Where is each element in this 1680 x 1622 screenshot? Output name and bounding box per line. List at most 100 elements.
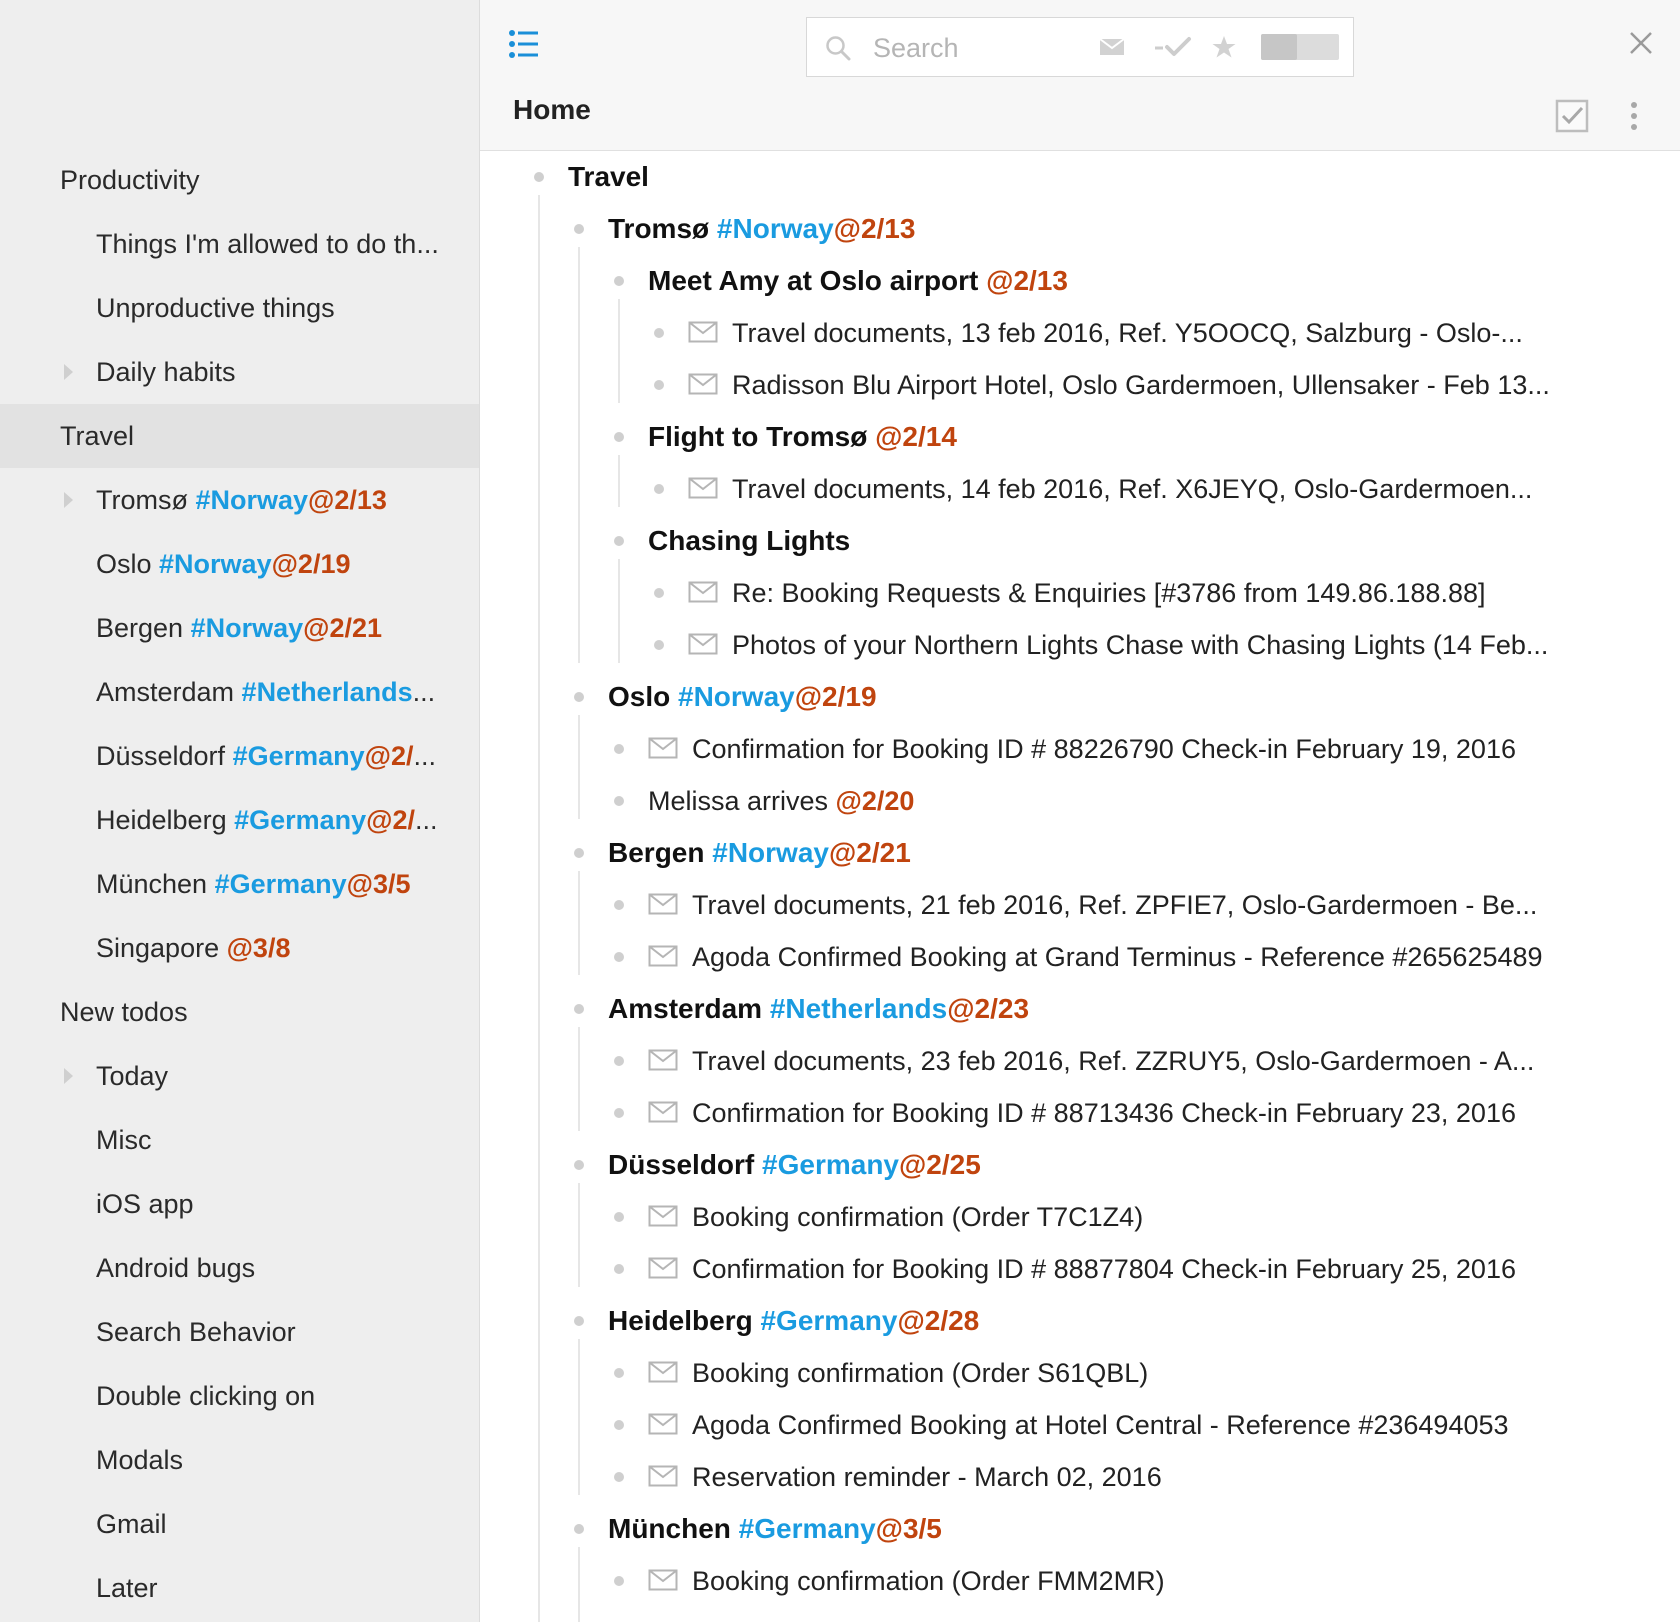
mail-filter-icon[interactable] xyxy=(1099,36,1125,58)
sidebar-item[interactable]: Oslo #Norway@2/19 xyxy=(0,532,479,596)
expand-arrow-icon[interactable] xyxy=(64,492,73,508)
sidebar-item[interactable]: Travel xyxy=(0,404,479,468)
bullet-icon[interactable] xyxy=(534,172,544,182)
outline-item[interactable]: Düsseldorf #Germany@2/25 xyxy=(480,1139,1680,1191)
bullet-icon[interactable] xyxy=(614,744,624,754)
bullet-icon[interactable] xyxy=(574,1160,584,1170)
email-item[interactable]: Confirmation for Booking ID # 88877804 C… xyxy=(480,1243,1680,1295)
outline-item[interactable]: Melissa arrives @2/20 xyxy=(480,775,1680,827)
outline-item[interactable]: Bergen #Norway@2/21 xyxy=(480,827,1680,879)
outline-item[interactable]: Travel xyxy=(480,151,1680,203)
bullet-icon[interactable] xyxy=(654,640,664,650)
email-item[interactable]: Travel documents, 13 feb 2016, Ref. Y5OO… xyxy=(480,307,1680,359)
hashtag: #Norway xyxy=(190,613,304,643)
outline-item[interactable]: Chasing Lights xyxy=(480,515,1680,567)
bullet-icon[interactable] xyxy=(614,276,624,286)
sidebar-item[interactable]: Modals xyxy=(0,1428,479,1492)
bullet-icon[interactable] xyxy=(574,1524,584,1534)
email-item[interactable]: Agoda Confirmed Booking at Hotel Central… xyxy=(480,1399,1680,1451)
bullet-icon[interactable] xyxy=(574,692,584,702)
bullet-icon[interactable] xyxy=(574,224,584,234)
bullet-icon[interactable] xyxy=(614,1576,624,1586)
sidebar-item[interactable]: Tromsø #Norway@2/13 xyxy=(0,468,479,532)
bullet-icon[interactable] xyxy=(614,952,624,962)
email-item[interactable]: Reservation reminder - March 02, 2016 xyxy=(480,1451,1680,1503)
mail-icon xyxy=(648,1361,678,1383)
email-item[interactable]: Travel documents, 23 feb 2016, Ref. ZZRU… xyxy=(480,1035,1680,1087)
search-box[interactable] xyxy=(806,17,1354,77)
outline-item[interactable]: München #Germany@3/5 xyxy=(480,1503,1680,1555)
sidebar-item[interactable]: Heidelberg #Germany@2/... xyxy=(0,788,479,852)
sidebar-item-label: Search Behavior xyxy=(96,1317,296,1347)
mail-icon xyxy=(648,737,678,759)
sidebar-item[interactable]: Düsseldorf #Germany@2/... xyxy=(0,724,479,788)
outline-item[interactable]: Heidelberg #Germany@2/28 xyxy=(480,1295,1680,1347)
item-label: Agoda Confirmed Booking at Hotel Central… xyxy=(692,1410,1509,1440)
email-item[interactable]: Booking confirmation (Order S61QBL) xyxy=(480,1347,1680,1399)
expand-arrow-icon[interactable] xyxy=(64,1068,73,1084)
bullet-icon[interactable] xyxy=(614,900,624,910)
star-filter-icon[interactable] xyxy=(1211,34,1237,60)
search-input[interactable] xyxy=(871,28,1095,68)
sidebar-item[interactable]: Misc xyxy=(0,1108,479,1172)
sidebar-item[interactable]: Later xyxy=(0,1556,479,1620)
close-icon[interactable] xyxy=(1628,30,1654,56)
sidebar-item[interactable]: Unproductive things xyxy=(0,276,479,340)
email-item[interactable]: Radisson Blu Airport Hotel, Oslo Garderm… xyxy=(480,359,1680,411)
bullet-icon[interactable] xyxy=(614,1368,624,1378)
sidebar-item-label: Heidelberg xyxy=(96,805,235,835)
email-item[interactable]: Photos of your Northern Lights Chase wit… xyxy=(480,619,1680,671)
email-item[interactable]: Travel documents, 14 feb 2016, Ref. X6JE… xyxy=(480,463,1680,515)
email-item[interactable]: Confirmation for Booking ID # 88226790 C… xyxy=(480,723,1680,775)
email-item[interactable]: Confirmation for Booking ID # 88713436 C… xyxy=(480,1087,1680,1139)
email-item[interactable]: Re: Booking Requests & Enquiries [#3786 … xyxy=(480,567,1680,619)
sidebar-item[interactable]: Things I'm allowed to do th... xyxy=(0,212,479,276)
bullet-icon[interactable] xyxy=(614,1212,624,1222)
list-menu-icon[interactable] xyxy=(508,28,540,60)
sidebar-item[interactable]: München #Germany@3/5 xyxy=(0,852,479,916)
date-tag: @2/19 xyxy=(271,549,351,579)
bullet-icon[interactable] xyxy=(614,1420,624,1430)
bullet-icon[interactable] xyxy=(614,1108,624,1118)
sidebar-item[interactable]: Productivity xyxy=(0,148,479,212)
bullet-icon[interactable] xyxy=(654,588,664,598)
expand-arrow-icon[interactable] xyxy=(64,364,73,380)
sidebar-item[interactable]: Singapore @3/8 xyxy=(0,916,479,980)
completed-filter-icon[interactable] xyxy=(1153,34,1193,60)
outline-item[interactable]: Amsterdam #Netherlands@2/23 xyxy=(480,983,1680,1035)
sidebar-item[interactable]: Double clicking on xyxy=(0,1364,479,1428)
bullet-icon[interactable] xyxy=(614,432,624,442)
sidebar-item[interactable]: Bergen #Norway@2/21 xyxy=(0,596,479,660)
sidebar-item[interactable]: Amsterdam #Netherlands... xyxy=(0,660,479,724)
outline-item[interactable]: Meet Amy at Oslo airport @2/13 xyxy=(480,255,1680,307)
sidebar-item[interactable]: Gmail xyxy=(0,1492,479,1556)
email-item[interactable]: Agoda Confirmed Booking at Grand Terminu… xyxy=(480,931,1680,983)
outline-item[interactable]: Tromsø #Norway@2/13 xyxy=(480,203,1680,255)
bullet-icon[interactable] xyxy=(574,848,584,858)
sidebar-item[interactable]: Search Behavior xyxy=(0,1300,479,1364)
sidebar-item[interactable]: New todos xyxy=(0,980,479,1044)
show-completed-icon[interactable] xyxy=(1555,99,1589,133)
bullet-icon[interactable] xyxy=(614,1472,624,1482)
item-text: Melissa arrives @2/20 xyxy=(648,775,914,827)
sidebar-item[interactable]: iOS app xyxy=(0,1172,479,1236)
bullet-icon[interactable] xyxy=(614,1264,624,1274)
bullet-icon[interactable] xyxy=(654,484,664,494)
bullet-icon[interactable] xyxy=(574,1004,584,1014)
more-options-icon[interactable] xyxy=(1630,100,1638,132)
outline-item[interactable]: Flight to Tromsø @2/14 xyxy=(480,411,1680,463)
outline-item[interactable]: Oslo #Norway@2/19 xyxy=(480,671,1680,723)
bullet-icon[interactable] xyxy=(614,796,624,806)
sidebar-item[interactable]: Today xyxy=(0,1044,479,1108)
bullet-icon[interactable] xyxy=(614,536,624,546)
bullet-icon[interactable] xyxy=(654,328,664,338)
bullet-icon[interactable] xyxy=(574,1316,584,1326)
email-item[interactable]: Booking confirmation (Order T7C1Z4) xyxy=(480,1191,1680,1243)
bullet-icon[interactable] xyxy=(614,1056,624,1066)
email-item[interactable]: Travel documents, 21 feb 2016, Ref. ZPFI… xyxy=(480,879,1680,931)
bullet-icon[interactable] xyxy=(654,380,664,390)
sidebar-item[interactable]: Daily habits xyxy=(0,340,479,404)
sidebar-item[interactable]: Android bugs xyxy=(0,1236,479,1300)
filter-toggle[interactable] xyxy=(1261,34,1339,60)
email-item[interactable]: Booking confirmation (Order FMM2MR) xyxy=(480,1555,1680,1607)
